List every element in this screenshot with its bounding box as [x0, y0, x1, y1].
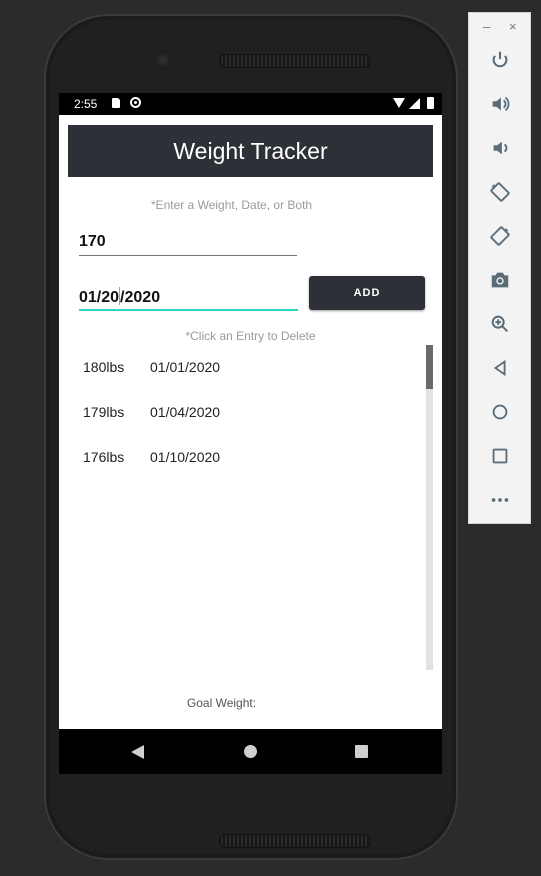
bottom-speaker: [219, 834, 371, 848]
goal-weight-label: Goal Weight:: [186, 696, 257, 710]
home-icon[interactable]: [489, 401, 511, 423]
overview-icon[interactable]: [489, 445, 511, 467]
nav-home-icon[interactable]: [244, 745, 257, 758]
back-icon[interactable]: [489, 357, 511, 379]
entry-weight: 179lbs: [83, 404, 125, 420]
app-title: Weight Tracker: [173, 137, 328, 164]
sync-icon: [130, 97, 141, 108]
close-button[interactable]: ×: [509, 19, 517, 34]
power-icon[interactable]: [489, 49, 511, 71]
status-time: 2:55: [74, 97, 98, 111]
entry-date: 01/10/2020: [150, 449, 221, 465]
entry-date: 01/04/2020: [150, 404, 221, 420]
entry-weight: 180lbs: [83, 359, 125, 375]
nav-recents-icon[interactable]: [355, 745, 368, 758]
camera-icon[interactable]: [489, 269, 511, 291]
front-camera: [157, 54, 169, 66]
scrollbar-thumb[interactable]: [426, 345, 433, 389]
device-screen: 2:55 Weight Tracker *Enter a Weight, Dat…: [59, 93, 442, 774]
scrollbar-track[interactable]: [426, 345, 433, 670]
status-bar: 2:55: [59, 93, 442, 115]
sd-card-icon: [112, 98, 120, 108]
date-input-value-start: 01/20: [79, 289, 120, 306]
weight-input[interactable]: 170: [79, 233, 297, 256]
add-button[interactable]: ADD: [309, 276, 425, 310]
entry-date: 01/01/2020: [150, 359, 221, 375]
zoom-icon[interactable]: [489, 313, 511, 335]
minimize-button[interactable]: –: [483, 19, 490, 34]
battery-icon: [427, 97, 434, 109]
rotate-right-icon[interactable]: [489, 225, 511, 247]
date-input-value-end: 2020: [124, 289, 161, 306]
volume-down-icon[interactable]: [489, 137, 511, 159]
weight-input-value: 170: [79, 233, 106, 250]
rotate-left-icon[interactable]: [489, 181, 511, 203]
navigation-bar: [59, 729, 442, 774]
add-button-label: ADD: [353, 287, 381, 299]
entry-hint: *Enter a Weight, Date, or Both: [150, 198, 313, 212]
top-speaker: [219, 54, 371, 68]
nav-back-icon[interactable]: [131, 745, 144, 759]
signal-icon: [409, 98, 420, 109]
delete-hint: *Click an Entry to Delete: [185, 329, 316, 343]
date-input[interactable]: 01/20/2020: [79, 287, 298, 311]
more-icon[interactable]: [489, 489, 511, 511]
app-title-bar: Weight Tracker: [68, 125, 433, 177]
entry-weight: 176lbs: [83, 449, 125, 465]
volume-up-icon[interactable]: [489, 93, 511, 115]
text-cursor: [119, 287, 121, 305]
emulator-toolbar: – ×: [468, 12, 531, 524]
wifi-icon: [393, 98, 405, 108]
